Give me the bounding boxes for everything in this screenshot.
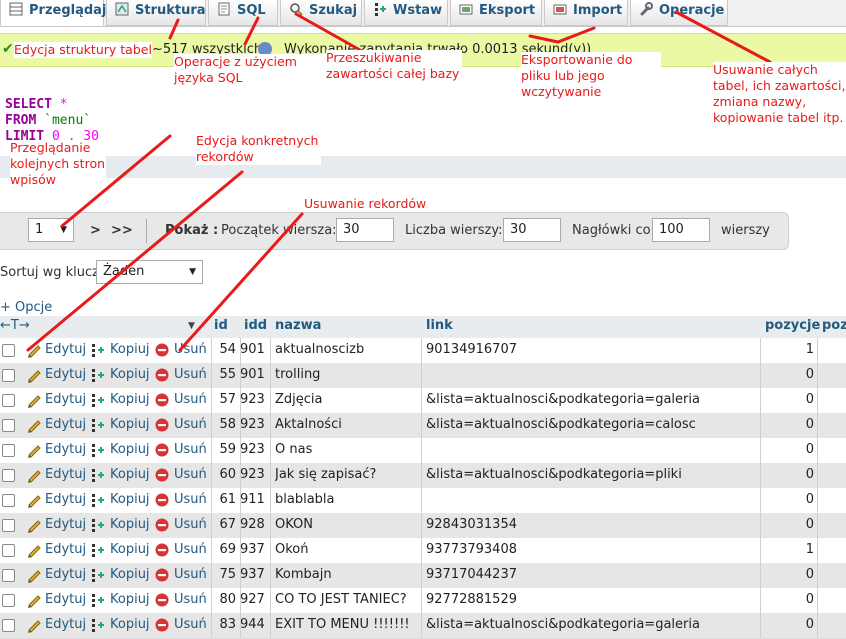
annotation-operations: Usuwanie całych tabel, ich zawartości, z… (713, 62, 846, 126)
arrow-sql (243, 16, 260, 46)
annotation-edit-structure: Edycja struktury tabel (14, 42, 152, 58)
arrow-edit (26, 170, 244, 352)
annotation-export: Eksportowanie do pliku lub jego wczytywa… (521, 52, 661, 106)
annotation-paging: Przeglądanie kolejnych stron wpisów (10, 140, 106, 188)
annotation-edit-records: Edycja konkretnych rekordów (196, 133, 321, 165)
annotation-search-db: Przeszukiwanie zawartości całej bazy (326, 50, 462, 82)
annotation-delete-records: Usuwanie rekordów (304, 196, 427, 211)
arrow-structure (168, 18, 180, 40)
arrow-import (556, 26, 596, 44)
annotation-sql-ops: Operacje z użyciem języka SQL (174, 54, 326, 86)
arrow-operations (674, 10, 772, 64)
arrow-delete (178, 212, 304, 352)
arrow-export (528, 34, 560, 44)
arrow-search (294, 12, 362, 52)
